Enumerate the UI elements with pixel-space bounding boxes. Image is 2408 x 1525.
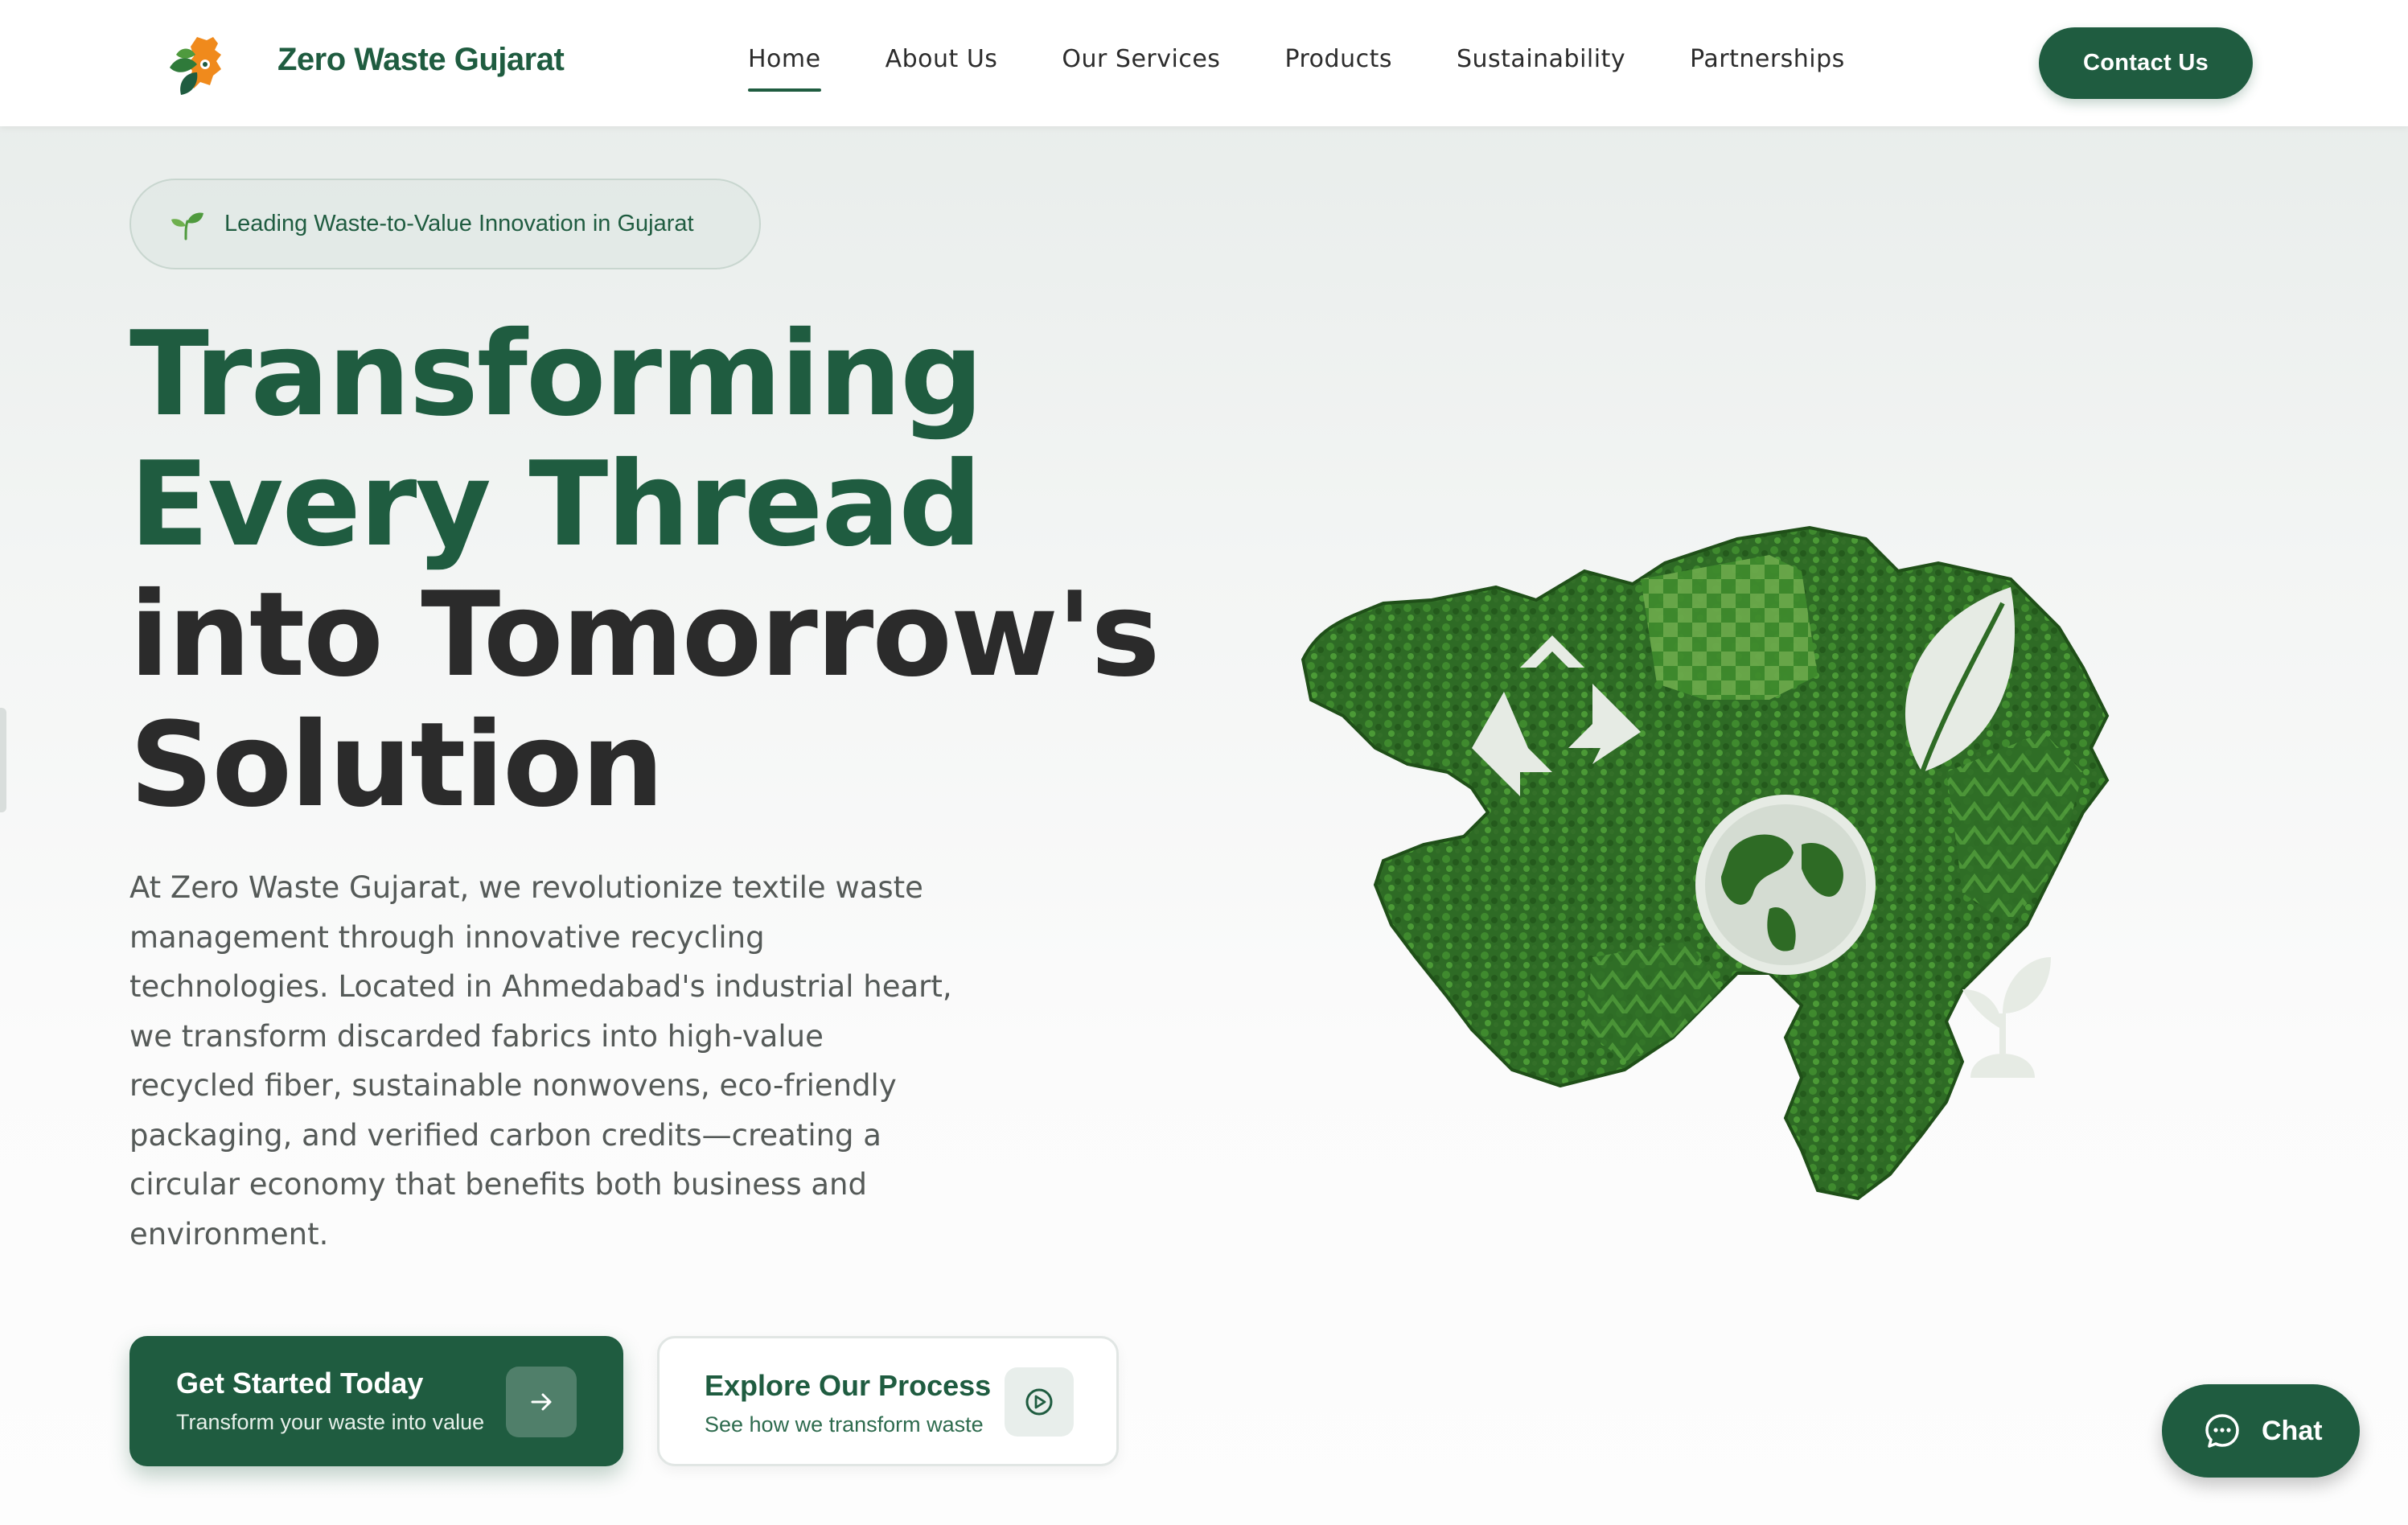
nav-our-services[interactable]: Our Services	[1062, 45, 1220, 92]
arrow-right-icon	[506, 1367, 577, 1437]
get-started-button[interactable]: Get Started Today Transform your waste i…	[129, 1336, 623, 1466]
explore-process-subtitle: See how we transform waste	[705, 1412, 984, 1437]
nav-sustainability[interactable]: Sustainability	[1457, 45, 1625, 92]
nav-partnerships[interactable]: Partnerships	[1690, 45, 1845, 92]
play-circle-icon	[1005, 1367, 1074, 1437]
chat-label: Chat	[2262, 1415, 2323, 1446]
chat-button[interactable]: Chat	[2162, 1384, 2360, 1478]
headline-line-1: Transforming	[129, 306, 984, 442]
main-nav: Home About Us Our Services Products Sust…	[748, 45, 1909, 92]
hero-description: At Zero Waste Gujarat, we revolutionize …	[129, 870, 952, 1252]
nav-products[interactable]: Products	[1284, 45, 1392, 92]
get-started-title: Get Started Today	[176, 1367, 424, 1400]
headline-line-4: Solution	[129, 697, 664, 833]
headline-line-3: into Tomorrow's	[129, 567, 1161, 703]
nav-about-us[interactable]: About Us	[886, 45, 998, 92]
nav-home[interactable]: Home	[748, 45, 821, 92]
sprout-icon	[171, 212, 203, 240]
site-header: Zero Waste Gujarat Home About Us Our Ser…	[0, 0, 2408, 126]
badge-label: Leading Waste-to-Value Innovation in Guj…	[224, 211, 694, 236]
contact-us-button[interactable]: Contact Us	[2039, 27, 2253, 99]
hero-headline: Transforming Every Thread into Tomorrow'…	[129, 310, 1175, 831]
headline-line-2: Every Thread	[129, 437, 982, 573]
chat-bubble-icon	[2205, 1414, 2239, 1448]
explore-process-button[interactable]: Explore Our Process See how we transform…	[657, 1336, 1119, 1466]
explore-process-title: Explore Our Process	[705, 1369, 992, 1402]
globe-icon	[1695, 795, 1876, 975]
hero-badge: Leading Waste-to-Value Innovation in Guj…	[129, 179, 761, 269]
page: Zero Waste Gujarat Home About Us Our Ser…	[0, 0, 2408, 1525]
gujarat-leaf-logo-icon[interactable]	[165, 32, 231, 98]
get-started-subtitle: Transform your waste into value	[176, 1410, 485, 1434]
side-drawer-handle[interactable]	[0, 708, 6, 812]
gujarat-green-map-illustration	[1301, 525, 2110, 1201]
brand-name[interactable]: Zero Waste Gujarat	[277, 42, 565, 78]
